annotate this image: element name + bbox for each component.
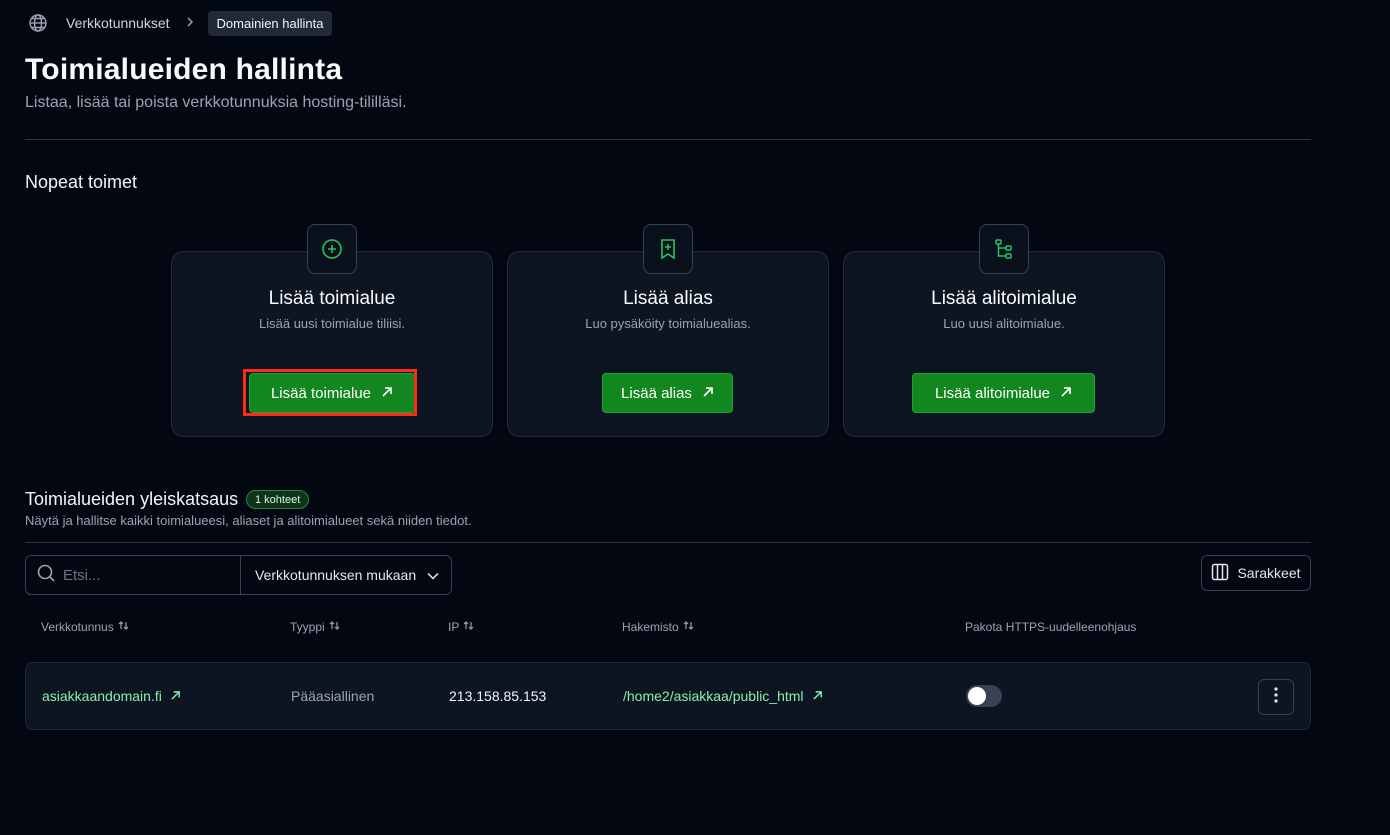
force-https-toggle[interactable] [966,685,1002,707]
overview-title: Toimialueiden yleiskatsaus [25,489,239,509]
column-header-directory[interactable]: Hakemisto [622,620,694,634]
folder-tree-icon [979,224,1029,274]
divider [25,139,1311,140]
card-description: Lisää uusi toimialue tiliisi. [259,316,405,331]
column-header-label: Tyyppi [290,620,325,634]
card-description: Luo pysäköity toimialuealias. [585,316,751,331]
arrow-up-right-icon [170,688,181,704]
chevron-right-icon [186,15,194,31]
sort-icon [329,620,340,634]
arrow-up-right-icon [1060,385,1072,402]
type-cell: Pääasiallinen [291,688,375,704]
domain-link[interactable]: asiakkaandomain.fi [42,688,181,704]
page-subtitle: Listaa, lisää tai poista verkkotunnuksia… [25,94,407,111]
column-header-ip[interactable]: IP [448,620,474,634]
quick-action-card-add-alias: Lisää alias Luo pysäköity toimialuealias… [507,251,829,437]
arrow-up-right-icon [812,688,823,704]
overview-description: Näytä ja hallitse kaikki toimialueesi, a… [25,513,472,528]
plus-circle-icon [307,224,357,274]
search-box [26,556,241,594]
ip-cell: 213.158.85.153 [449,688,547,704]
button-label: Lisää alitoimialue [934,384,1051,402]
count-badge: 1 kohteet [246,490,310,509]
column-header-label: Verkkotunnus [41,620,114,634]
filter-select[interactable]: Verkkotunnuksen mukaan [241,556,451,594]
globe-icon [28,13,48,33]
button-label: Lisää alias [621,384,692,402]
breadcrumb-current: Domainien hallinta [207,10,333,36]
highlight-frame [243,369,417,416]
column-header-label: Hakemisto [622,620,679,634]
sort-icon [463,620,474,634]
add-subdomain-button[interactable]: Lisää alitoimialue [912,373,1095,413]
quick-actions-title: Nopeat toimet [25,172,138,192]
sort-icon [683,620,694,634]
column-header-type[interactable]: Tyyppi [290,620,340,634]
sort-icon [118,620,129,634]
more-vertical-icon [1274,686,1278,708]
search-icon [37,564,55,587]
columns-icon [1211,563,1229,584]
directory-link[interactable]: /home2/asiakkaa/public_html [623,688,823,704]
columns-button-label: Sarakkeet [1237,565,1301,581]
quick-action-card-add-subdomain: Lisää alitoimialue Luo uusi alitoimialue… [843,251,1165,437]
row-actions-button[interactable] [1258,679,1294,715]
search-filter-group: Verkkotunnuksen mukaan [25,555,452,595]
card-title: Lisää alias [623,288,713,309]
column-header-label: Pakota HTTPS-uudelleenohjaus [965,620,1137,634]
column-header-force-https: Pakota HTTPS-uudelleenohjaus [965,620,1136,634]
column-header-label: IP [448,620,460,634]
divider [25,542,1311,543]
column-header-domain[interactable]: Verkkotunnus [41,620,129,634]
filter-select-value: Verkkotunnuksen mukaan [255,567,417,583]
table-row: asiakkaandomain.fi Pääasiallinen 213.158… [25,662,1311,730]
breadcrumb-link-verkkotunnukset[interactable]: Verkkotunnukset [66,15,170,31]
card-description: Luo uusi alitoimialue. [943,316,1065,331]
page-title: Toimialueiden hallinta [25,53,343,86]
add-alias-button[interactable]: Lisää alias [602,373,733,413]
search-input[interactable] [63,566,223,584]
columns-button[interactable]: Sarakkeet [1201,555,1311,591]
domain-text: asiakkaandomain.fi [42,688,162,704]
card-title: Lisää toimialue [268,288,396,309]
breadcrumb: Verkkotunnukset Domainien hallinta [28,10,333,36]
arrow-up-right-icon [702,385,714,402]
toggle-knob [968,687,986,705]
chevron-down-icon [427,567,439,583]
bookmark-plus-icon [643,224,693,274]
directory-text: /home2/asiakkaa/public_html [623,688,804,704]
card-title: Lisää alitoimialue [931,288,1077,309]
